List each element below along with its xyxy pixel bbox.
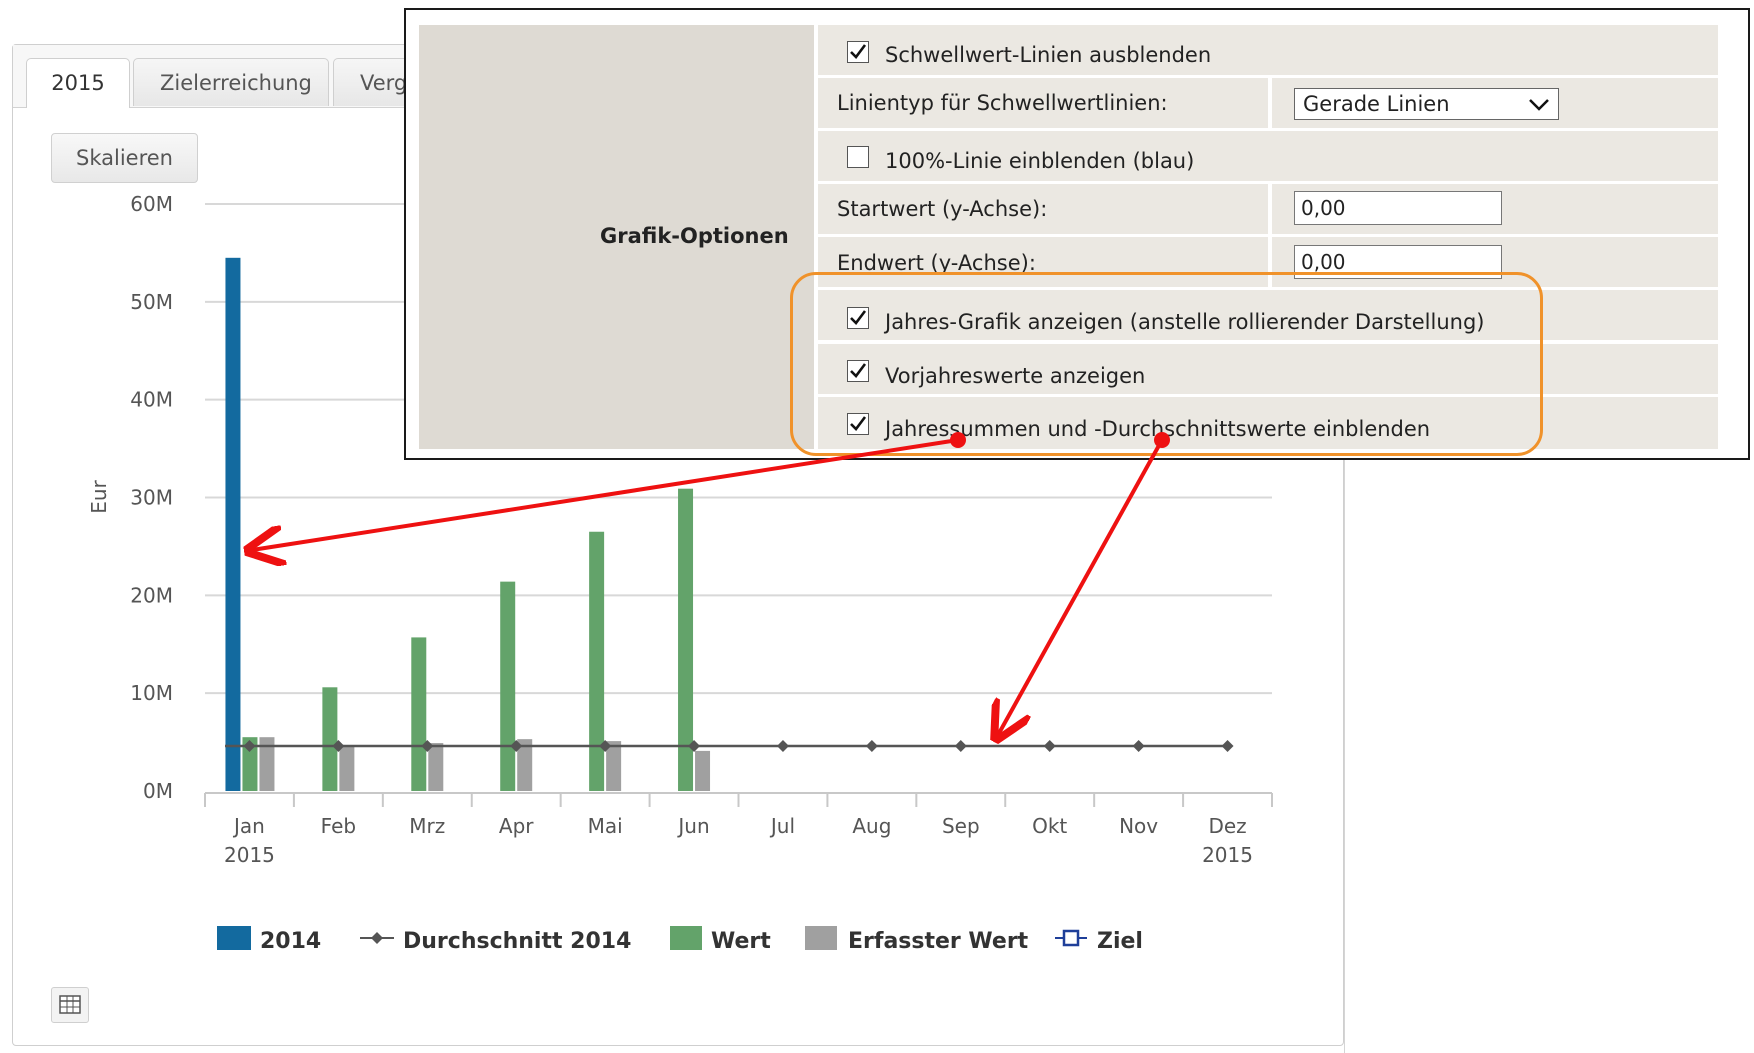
chevron-down-icon <box>1529 99 1549 111</box>
hide-threshold-checkbox[interactable] <box>847 41 869 63</box>
checkmark-icon <box>850 363 867 378</box>
show-100-line-checkbox[interactable] <box>847 146 869 168</box>
table-icon <box>59 995 81 1014</box>
checkmark-icon <box>850 310 867 325</box>
yearly-chart-label: Jahres-Grafik anzeigen (anstelle rollier… <box>885 310 1485 334</box>
start-value-label: Startwert (y-Achse): <box>837 197 1048 221</box>
year-sums-label: Jahressummen und -Durchschnittswerte ein… <box>885 417 1431 441</box>
end-value-input[interactable]: 0,00 <box>1294 245 1502 279</box>
start-value-input[interactable]: 0,00 <box>1294 191 1502 225</box>
year-sums-checkbox[interactable] <box>847 413 869 435</box>
tab-2015[interactable]: 2015 <box>26 58 130 108</box>
table-view-button[interactable] <box>51 987 89 1023</box>
panel-right-edge <box>1344 420 1345 1053</box>
yearly-chart-checkbox[interactable] <box>847 307 869 329</box>
options-section-title: Grafik-Optionen <box>600 224 789 248</box>
scale-button[interactable]: Skalieren <box>51 133 198 183</box>
line-type-label: Linientyp für Schwellwertlinien: <box>837 91 1168 115</box>
prev-year-label: Vorjahreswerte anzeigen <box>885 364 1146 388</box>
end-value-label: Endwert (y-Achse): <box>837 251 1036 275</box>
line-type-select[interactable]: Gerade Linien <box>1294 88 1559 120</box>
tab-zielerreichung[interactable]: Zielerreichung <box>133 58 329 106</box>
hide-threshold-label: Schwellwert-Linien ausblenden <box>885 43 1212 67</box>
checkmark-icon <box>850 416 867 431</box>
prev-year-checkbox[interactable] <box>847 360 869 382</box>
show-100-line-label: 100%-Linie einblenden (blau) <box>885 149 1195 173</box>
line-type-select-value: Gerade Linien <box>1303 92 1450 116</box>
checkmark-icon <box>850 44 867 59</box>
